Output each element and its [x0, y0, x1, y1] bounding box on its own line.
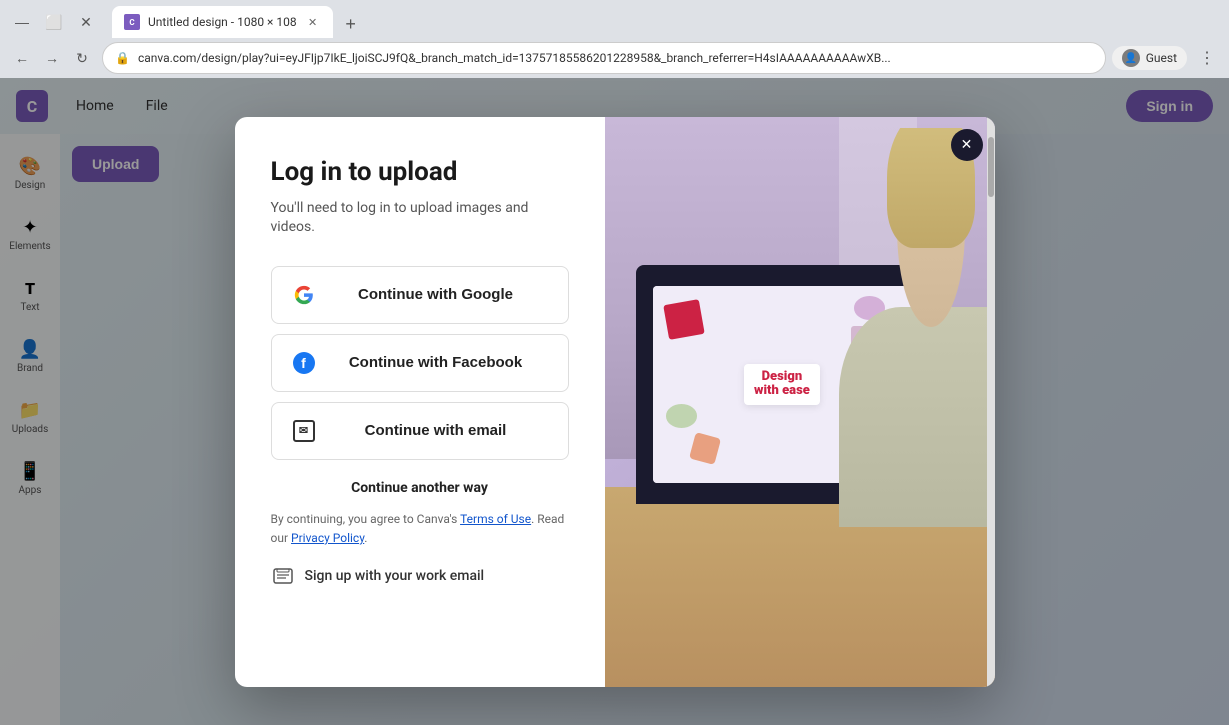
window-maximize[interactable]: ⬜ [40, 8, 68, 36]
address-text: canva.com/design/play?ui=eyJFIjp7IkE_ljo… [138, 51, 1093, 65]
email-icon: ✉ [288, 415, 320, 447]
window-controls: — ⬜ ✕ [8, 8, 100, 36]
email-auth-button[interactable]: ✉ Continue with email [271, 402, 569, 460]
modal-overlay: Log in to upload You'll need to log in t… [0, 78, 1229, 725]
modal-right-panel: Design with ease [605, 117, 995, 687]
browser-toolbar: ← → ↻ 🔒 canva.com/design/play?ui=eyJFIjp… [0, 38, 1229, 78]
scrollbar-thumb[interactable] [988, 137, 994, 197]
window-minimize[interactable]: — [8, 8, 36, 36]
google-auth-button[interactable]: Continue with Google [271, 266, 569, 324]
design-text-line1: Design [754, 370, 810, 384]
terms-of-use-link[interactable]: Terms of Use [460, 512, 531, 526]
new-tab-button[interactable]: + [337, 10, 365, 38]
browser-menu-button[interactable]: ⋮ [1193, 44, 1221, 72]
scrollbar-track [987, 117, 995, 687]
tab-close-button[interactable]: ✕ [305, 14, 321, 30]
work-email-icon [271, 564, 295, 588]
person-body [839, 307, 995, 526]
person-figure [800, 128, 995, 527]
tab-favicon: C [124, 14, 140, 30]
secure-icon: 🔒 [115, 51, 130, 65]
shape-red-star [663, 299, 705, 340]
tab-title: Untitled design - 1080 × 108 [148, 15, 297, 29]
shape-orange-rect [689, 433, 721, 466]
google-button-label: Continue with Google [320, 286, 552, 303]
modal-title: Log in to upload [271, 157, 569, 187]
browser-chrome: — ⬜ ✕ C Untitled design - 1080 × 108 ✕ +… [0, 0, 1229, 78]
work-email-label: Sign up with your work email [305, 568, 485, 584]
email-button-label: Continue with email [320, 422, 552, 439]
guest-avatar-icon: 👤 [1122, 49, 1140, 67]
window-close[interactable]: ✕ [72, 8, 100, 36]
address-bar[interactable]: 🔒 canva.com/design/play?ui=eyJFIjp7IkE_l… [102, 42, 1106, 74]
facebook-button-label: Continue with Facebook [320, 354, 552, 371]
design-text-box: Design with ease [744, 364, 820, 405]
back-button[interactable]: ← [8, 44, 36, 72]
nav-buttons: ← → ↻ [8, 44, 96, 72]
laptop-scene: Design with ease [605, 117, 995, 687]
work-email-row[interactable]: Sign up with your work email [271, 564, 569, 588]
design-text-line2: with ease [754, 384, 810, 398]
app-background: C Home File Sign in 🎨 Design ✦ Elements … [0, 78, 1229, 725]
guest-button[interactable]: 👤 Guest [1112, 46, 1187, 70]
shape-green-circle [666, 404, 697, 428]
modal-close-button[interactable]: ✕ [951, 129, 983, 161]
tab-bar: C Untitled design - 1080 × 108 ✕ + [112, 6, 365, 38]
facebook-auth-button[interactable]: f Continue with Facebook [271, 334, 569, 392]
privacy-policy-link[interactable]: Privacy Policy [291, 531, 364, 545]
google-icon [288, 279, 320, 311]
active-tab[interactable]: C Untitled design - 1080 × 108 ✕ [112, 6, 333, 38]
modal-subtitle: You'll need to log in to upload images a… [271, 199, 569, 238]
login-modal: Log in to upload You'll need to log in t… [235, 117, 995, 687]
guest-label: Guest [1146, 51, 1177, 65]
forward-button[interactable]: → [38, 44, 66, 72]
legal-text: By continuing, you agree to Canva's Term… [271, 510, 569, 548]
browser-titlebar: — ⬜ ✕ C Untitled design - 1080 × 108 ✕ + [0, 0, 1229, 38]
modal-left-panel: Log in to upload You'll need to log in t… [235, 117, 605, 687]
continue-another-way[interactable]: Continue another way [271, 470, 569, 510]
facebook-icon: f [288, 347, 320, 379]
refresh-button[interactable]: ↻ [68, 44, 96, 72]
